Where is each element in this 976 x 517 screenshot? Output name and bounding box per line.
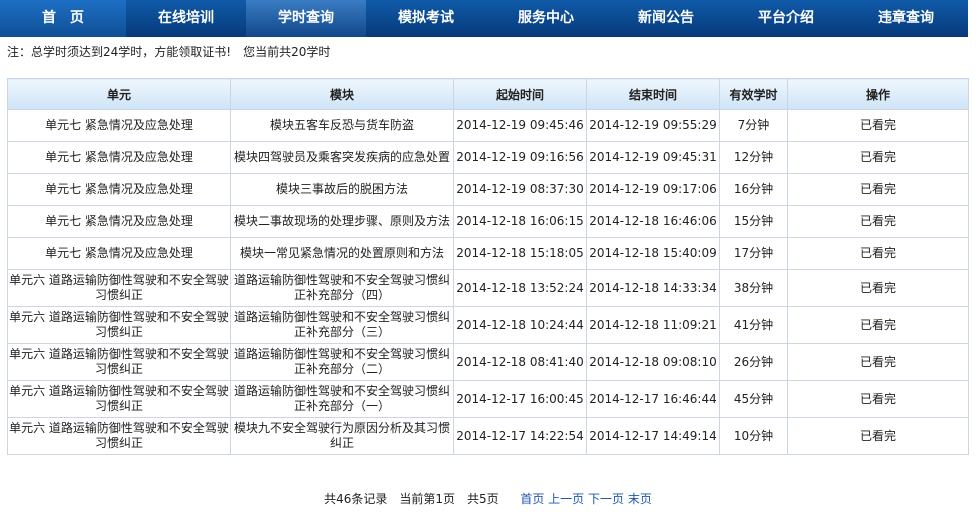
cell-start-time: 2014-12-18 16:06:15 xyxy=(453,205,587,238)
cell-valid-hours: 45分钟 xyxy=(719,380,788,418)
nav-platform-intro[interactable]: 平台介绍 xyxy=(726,0,846,37)
cell-module: 道路运输防御性驾驶和不安全驾驶习惯纠正补充部分（三） xyxy=(230,306,454,344)
cell-valid-hours: 12分钟 xyxy=(719,141,788,174)
cell-module: 模块三事故后的脱困方法 xyxy=(230,173,454,206)
cell-action: 已看完 xyxy=(787,417,969,455)
cell-valid-hours: 41分钟 xyxy=(719,306,788,344)
nav-hours-query[interactable]: 学时查询 xyxy=(246,0,366,37)
table-row: 单元六 道路运输防御性驾驶和不安全驾驶习惯纠正 道路运输防御性驾驶和不安全驾驶习… xyxy=(7,306,969,344)
col-header-unit: 单元 xyxy=(7,78,231,110)
cell-action: 已看完 xyxy=(787,205,969,238)
cell-module: 模块九不安全驾驶行为原因分析及其习惯纠正 xyxy=(230,417,454,455)
table-row: 单元七 紧急情况及应急处理 模块四驾驶员及乘客突发疾病的应急处置 2014-12… xyxy=(7,141,969,174)
col-header-start-time: 起始时间 xyxy=(453,78,587,110)
col-header-end-time: 结束时间 xyxy=(586,78,720,110)
main-nav: 首 页 在线培训 学时查询 模拟考试 服务中心 新闻公告 平台介绍 违章查询 xyxy=(0,0,968,37)
cell-valid-hours: 17分钟 xyxy=(719,237,788,270)
table-row: 单元七 紧急情况及应急处理 模块三事故后的脱困方法 2014-12-19 08:… xyxy=(7,173,969,206)
cell-start-time: 2014-12-18 15:18:05 xyxy=(453,237,587,270)
nav-mock-exam[interactable]: 模拟考试 xyxy=(366,0,486,37)
cell-unit: 单元七 紧急情况及应急处理 xyxy=(7,173,231,206)
prev-page-link[interactable]: 上一页 xyxy=(548,492,584,506)
cell-end-time: 2014-12-19 09:45:31 xyxy=(586,141,720,174)
cell-valid-hours: 10分钟 xyxy=(719,417,788,455)
cell-module: 模块一常见紧急情况的处置原则和方法 xyxy=(230,237,454,270)
cell-start-time: 2014-12-18 13:52:24 xyxy=(453,269,587,307)
col-header-action: 操作 xyxy=(787,78,969,110)
cell-unit: 单元六 道路运输防御性驾驶和不安全驾驶习惯纠正 xyxy=(7,269,231,307)
cell-start-time: 2014-12-19 08:37:30 xyxy=(453,173,587,206)
cell-unit: 单元七 紧急情况及应急处理 xyxy=(7,237,231,270)
cell-action: 已看完 xyxy=(787,237,969,270)
cell-unit: 单元六 道路运输防御性驾驶和不安全驾驶习惯纠正 xyxy=(7,417,231,455)
cell-module: 模块四驾驶员及乘客突发疾病的应急处置 xyxy=(230,141,454,174)
table-row: 单元七 紧急情况及应急处理 模块二事故现场的处理步骤、原则及方法 2014-12… xyxy=(7,205,969,238)
cell-action: 已看完 xyxy=(787,380,969,418)
pagination: 共46条记录 当前第1页 共5页 首页 上一页 下一页 末页 xyxy=(0,490,976,507)
cell-start-time: 2014-12-17 16:00:45 xyxy=(453,380,587,418)
cell-start-time: 2014-12-18 10:24:44 xyxy=(453,306,587,344)
nav-online-training[interactable]: 在线培训 xyxy=(126,0,246,37)
cell-module: 道路运输防御性驾驶和不安全驾驶习惯纠正补充部分（四） xyxy=(230,269,454,307)
cell-valid-hours: 26分钟 xyxy=(719,343,788,381)
cell-action: 已看完 xyxy=(787,343,969,381)
cell-valid-hours: 38分钟 xyxy=(719,269,788,307)
cell-action: 已看完 xyxy=(787,306,969,344)
cell-unit: 单元六 道路运输防御性驾驶和不安全驾驶习惯纠正 xyxy=(7,343,231,381)
next-page-link[interactable]: 下一页 xyxy=(588,492,624,506)
cell-module: 道路运输防御性驾驶和不安全驾驶习惯纠正补充部分（二） xyxy=(230,343,454,381)
cell-action: 已看完 xyxy=(787,109,969,142)
table-header-row: 单元 模块 起始时间 结束时间 有效学时 操作 xyxy=(7,78,969,110)
cell-start-time: 2014-12-19 09:45:46 xyxy=(453,109,587,142)
table-row: 单元六 道路运输防御性驾驶和不安全驾驶习惯纠正 道路运输防御性驾驶和不安全驾驶习… xyxy=(7,269,969,307)
cell-action: 已看完 xyxy=(787,141,969,174)
cell-end-time: 2014-12-19 09:55:29 xyxy=(586,109,720,142)
study-records-table: 单元 模块 起始时间 结束时间 有效学时 操作 单元七 紧急情况及应急处理 模块… xyxy=(7,78,969,455)
cell-unit: 单元七 紧急情况及应急处理 xyxy=(7,205,231,238)
cell-valid-hours: 15分钟 xyxy=(719,205,788,238)
cell-unit: 单元六 道路运输防御性驾驶和不安全驾驶习惯纠正 xyxy=(7,306,231,344)
cell-start-time: 2014-12-18 08:41:40 xyxy=(453,343,587,381)
cell-action: 已看完 xyxy=(787,173,969,206)
first-page-link[interactable]: 首页 xyxy=(520,492,544,506)
hours-notice: 注：总学时须达到24学时，方能领取证书! 您当前共20学时 xyxy=(7,45,331,59)
table-row: 单元七 紧急情况及应急处理 模块五客车反恐与货车防盗 2014-12-19 09… xyxy=(7,109,969,142)
cell-start-time: 2014-12-17 14:22:54 xyxy=(453,417,587,455)
cell-module: 模块二事故现场的处理步骤、原则及方法 xyxy=(230,205,454,238)
cell-end-time: 2014-12-18 14:33:34 xyxy=(586,269,720,307)
nav-service-center[interactable]: 服务中心 xyxy=(486,0,606,37)
cell-module: 模块五客车反恐与货车防盗 xyxy=(230,109,454,142)
cell-end-time: 2014-12-18 15:40:09 xyxy=(586,237,720,270)
col-header-valid-hours: 有效学时 xyxy=(719,78,788,110)
table-row: 单元六 道路运输防御性驾驶和不安全驾驶习惯纠正 道路运输防御性驾驶和不安全驾驶习… xyxy=(7,343,969,381)
table-row: 单元七 紧急情况及应急处理 模块一常见紧急情况的处置原则和方法 2014-12-… xyxy=(7,237,969,270)
last-page-link[interactable]: 末页 xyxy=(628,492,652,506)
pagination-summary: 共46条记录 当前第1页 共5页 xyxy=(324,492,499,506)
table-row: 单元六 道路运输防御性驾驶和不安全驾驶习惯纠正 模块九不安全驾驶行为原因分析及其… xyxy=(7,417,969,455)
cell-valid-hours: 16分钟 xyxy=(719,173,788,206)
col-header-module: 模块 xyxy=(230,78,454,110)
cell-valid-hours: 7分钟 xyxy=(719,109,788,142)
cell-action: 已看完 xyxy=(787,269,969,307)
cell-unit: 单元七 紧急情况及应急处理 xyxy=(7,141,231,174)
cell-unit: 单元六 道路运输防御性驾驶和不安全驾驶习惯纠正 xyxy=(7,380,231,418)
nav-home[interactable]: 首 页 xyxy=(0,0,126,37)
cell-end-time: 2014-12-17 16:46:44 xyxy=(586,380,720,418)
cell-start-time: 2014-12-19 09:16:56 xyxy=(453,141,587,174)
cell-end-time: 2014-12-18 11:09:21 xyxy=(586,306,720,344)
cell-unit: 单元七 紧急情况及应急处理 xyxy=(7,109,231,142)
table-row: 单元六 道路运输防御性驾驶和不安全驾驶习惯纠正 道路运输防御性驾驶和不安全驾驶习… xyxy=(7,380,969,418)
cell-end-time: 2014-12-19 09:17:06 xyxy=(586,173,720,206)
cell-end-time: 2014-12-18 09:08:10 xyxy=(586,343,720,381)
nav-news[interactable]: 新闻公告 xyxy=(606,0,726,37)
nav-violation-query[interactable]: 违章查询 xyxy=(846,0,966,37)
cell-module: 道路运输防御性驾驶和不安全驾驶习惯纠正补充部分（一） xyxy=(230,380,454,418)
cell-end-time: 2014-12-18 16:46:06 xyxy=(586,205,720,238)
cell-end-time: 2014-12-17 14:49:14 xyxy=(586,417,720,455)
